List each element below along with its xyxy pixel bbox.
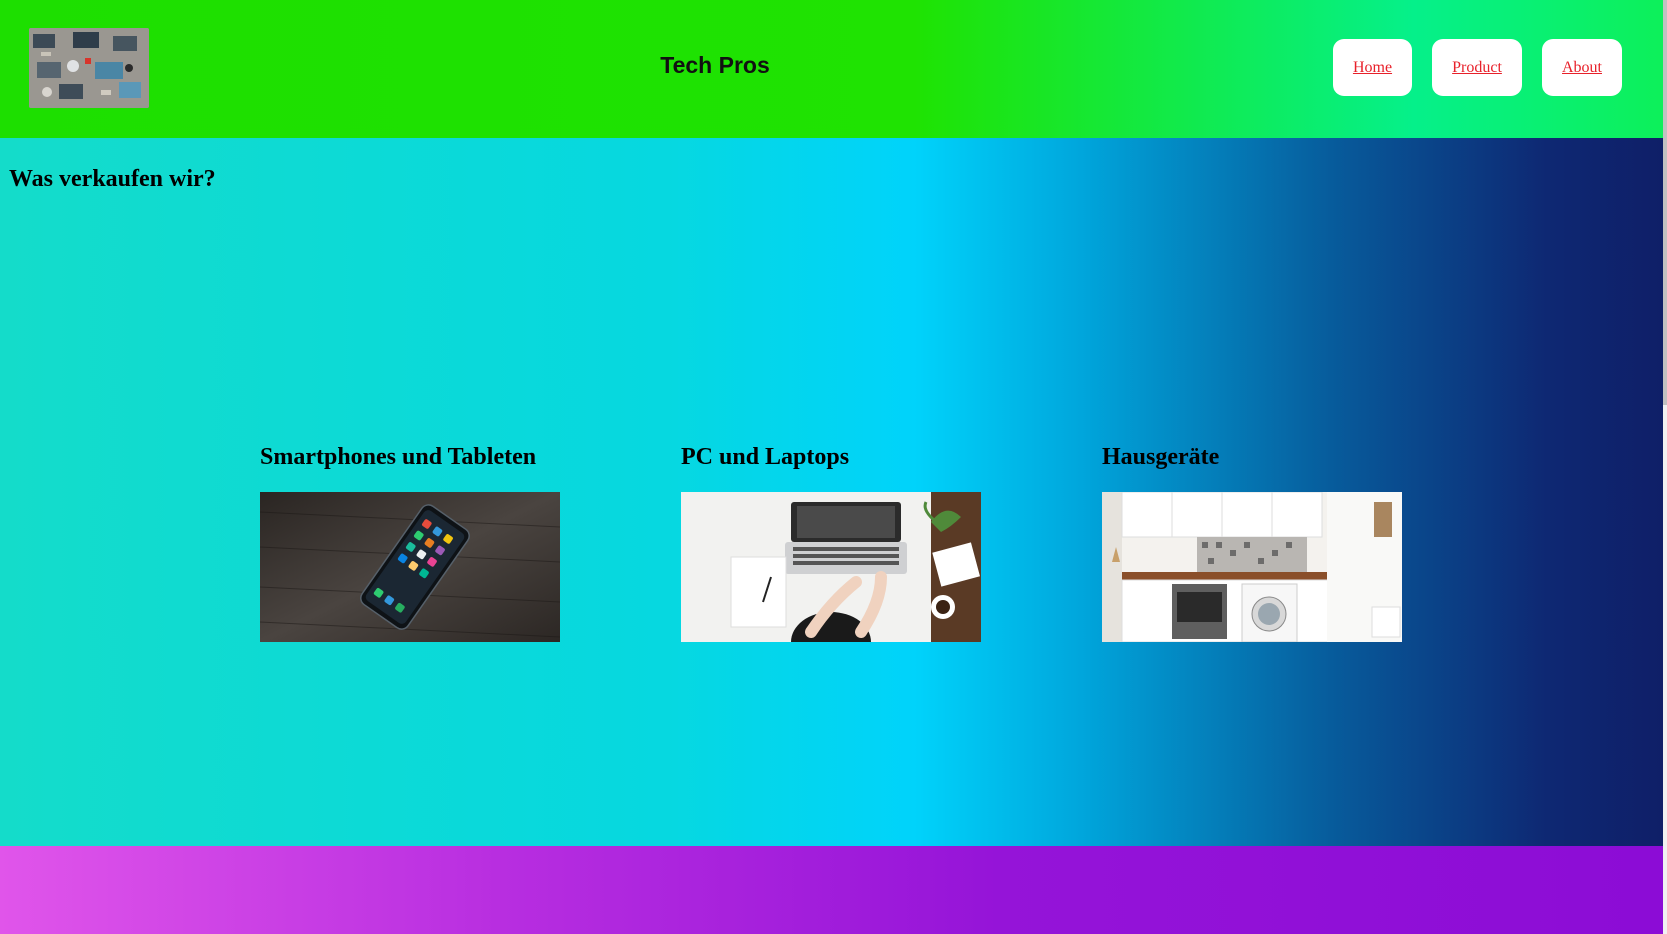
- laptop-image: [681, 492, 981, 642]
- logo-image: [29, 28, 149, 108]
- vertical-scrollbar[interactable]: [1663, 0, 1667, 934]
- nav-about-button[interactable]: About: [1542, 39, 1622, 96]
- category-card-hausgeraete: Hausgeräte: [1102, 444, 1402, 642]
- site-title: Tech Pros: [660, 52, 770, 78]
- section-title: Was verkaufen wir?: [9, 166, 216, 192]
- category-title: PC und Laptops: [681, 444, 850, 470]
- nav-home-link[interactable]: Home: [1353, 59, 1392, 77]
- smartphone-image: [260, 492, 560, 642]
- nav-product-link[interactable]: Product: [1452, 59, 1502, 77]
- site-footer: [0, 846, 1663, 934]
- nav-about-link[interactable]: About: [1562, 59, 1602, 77]
- category-card-smartphones: Smartphones und Tableten: [260, 444, 560, 642]
- category-title: Smartphones und Tableten: [260, 444, 537, 470]
- scrollbar-thumb[interactable]: [1663, 0, 1667, 405]
- nav-product-button[interactable]: Product: [1432, 39, 1522, 96]
- main-content: Was verkaufen wir? Smartphones und Table…: [0, 138, 1663, 846]
- nav-home-button[interactable]: Home: [1333, 39, 1412, 96]
- page: Tech Pros Home Product About Was verkauf…: [0, 0, 1663, 934]
- kitchen-image: [1102, 492, 1402, 642]
- site-header: Tech Pros Home Product About: [0, 0, 1663, 138]
- category-title: Hausgeräte: [1102, 444, 1220, 470]
- category-card-pc-laptops: PC und Laptops: [681, 444, 981, 642]
